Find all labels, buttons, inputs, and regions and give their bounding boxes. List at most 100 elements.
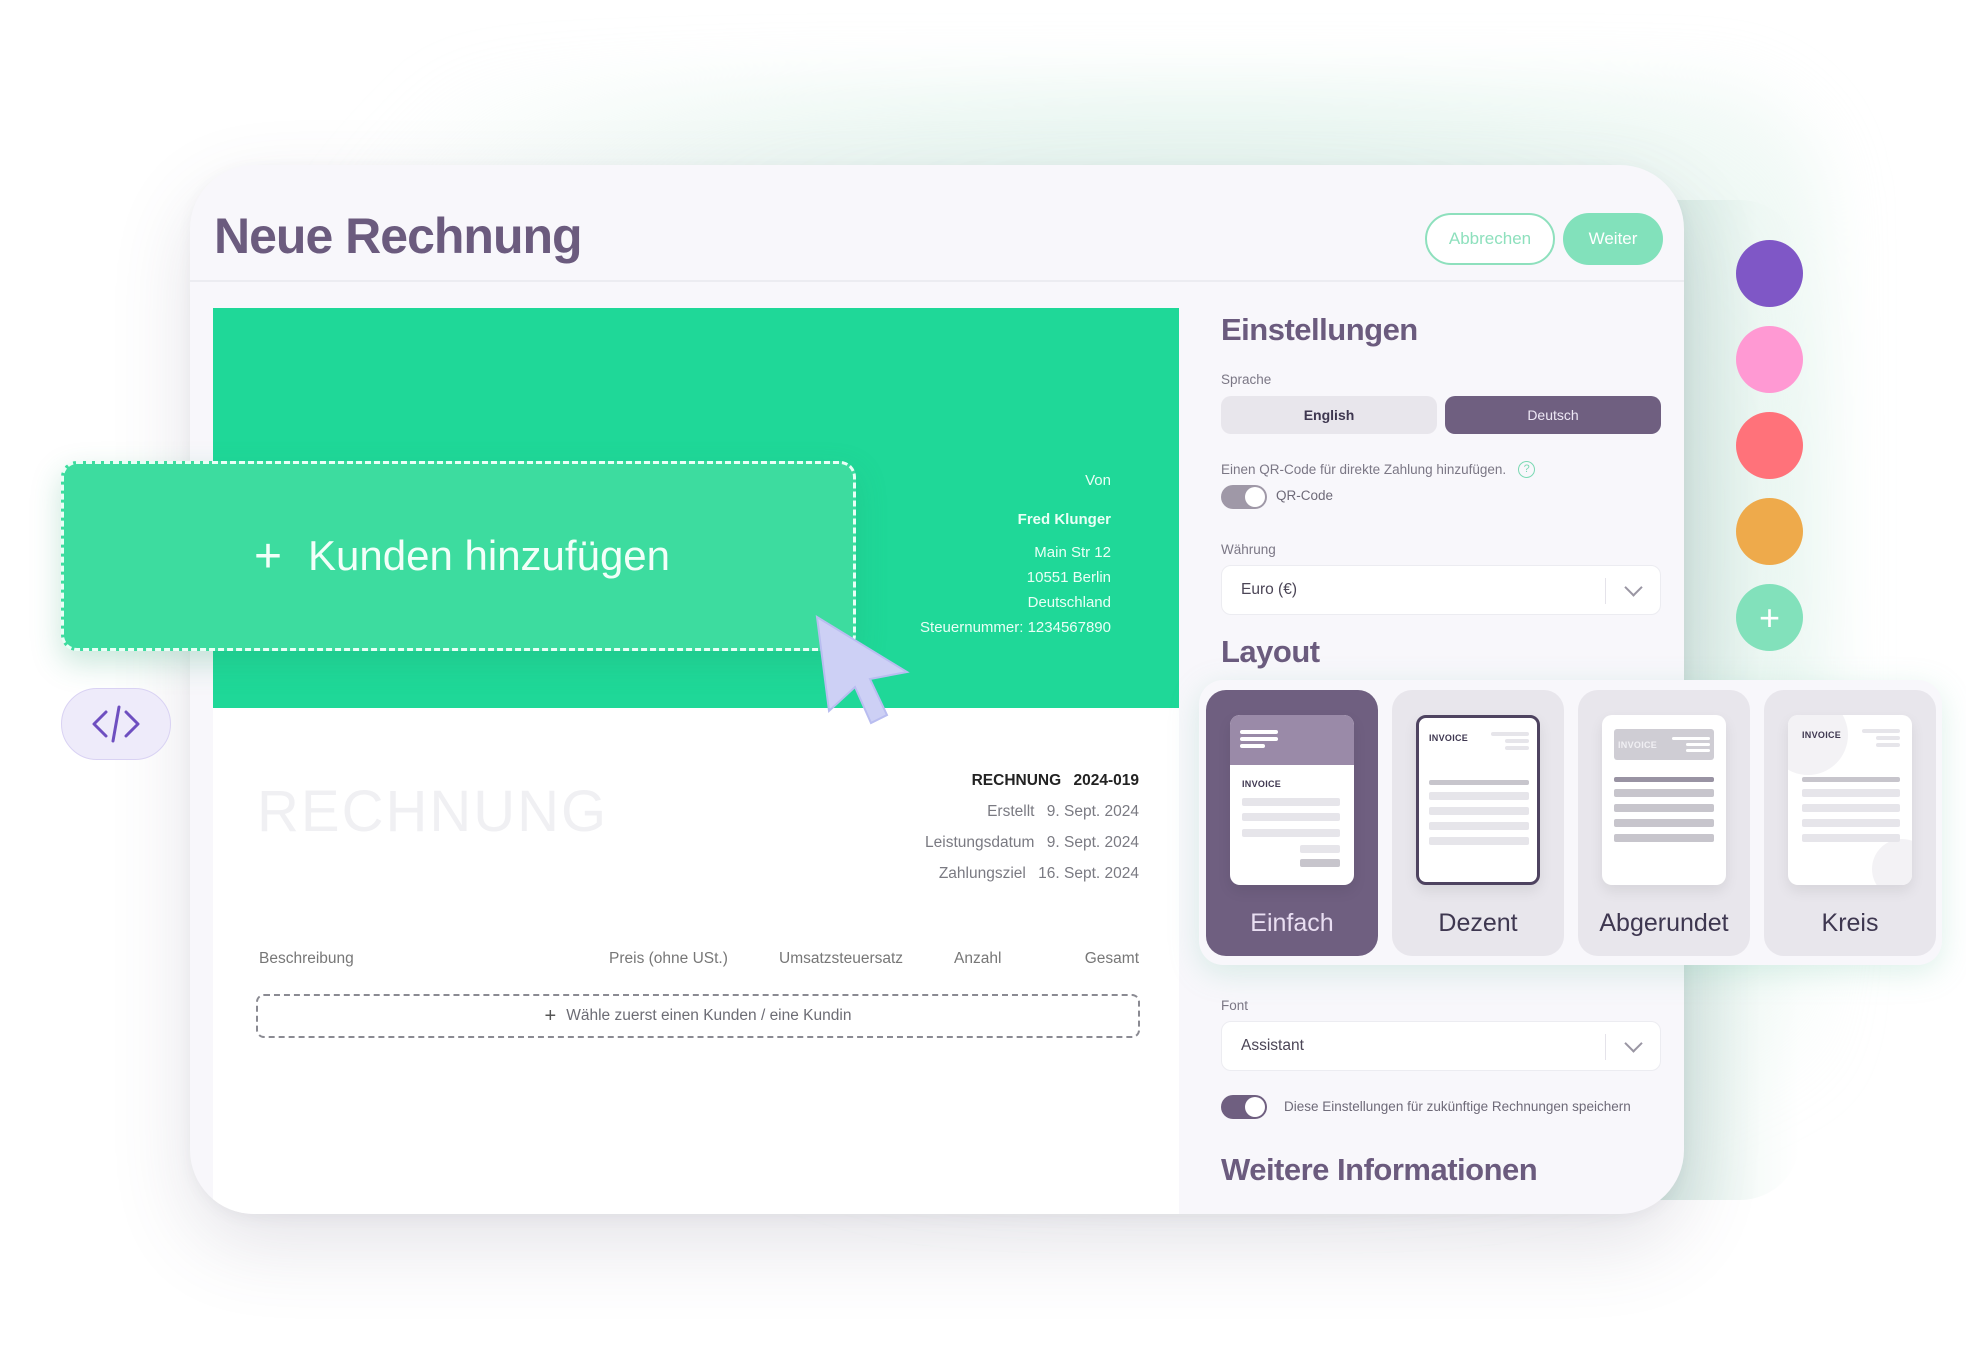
invoice-watermark: RECHNUNG	[257, 779, 609, 844]
save-settings-label: Diese Einstellungen für zukünftige Rechn…	[1284, 1099, 1631, 1114]
column-price: Preis (ohne USt.)	[609, 950, 728, 967]
layout-preview: INVOICE	[1602, 715, 1726, 885]
invoice-meta: RECHNUNG 2024-019 Erstellt 9. Sept. 2024…	[925, 765, 1139, 889]
color-swatch-pink[interactable]	[1736, 326, 1803, 393]
date-label: Erstellt	[987, 803, 1035, 820]
preview-line	[1429, 837, 1529, 845]
preview-line	[1862, 729, 1900, 733]
embed-code-button[interactable]	[61, 688, 171, 760]
preview-line	[1614, 804, 1714, 812]
preview-line	[1429, 807, 1529, 815]
language-label: Sprache	[1221, 372, 1272, 387]
font-label: Font	[1221, 998, 1249, 1013]
invoice-number-label: RECHNUNG	[971, 772, 1062, 789]
color-swatch-orange[interactable]	[1736, 498, 1803, 565]
add-color-button[interactable]: +	[1736, 584, 1803, 651]
preview-line	[1240, 730, 1278, 734]
add-line-item-label: Wähle zuerst einen Kunden / eine Kundin	[566, 1007, 852, 1024]
qr-code-toggle[interactable]	[1221, 485, 1267, 509]
invoice-number-row: RECHNUNG 2024-019	[925, 765, 1139, 796]
header-bar: Neue Rechnung Abbrechen Weiter	[190, 165, 1684, 282]
layout-option-abgerundet[interactable]: INVOICE Abgerundet	[1578, 690, 1750, 956]
currency-value: Euro (€)	[1241, 581, 1297, 598]
invoice-number: 2024-019	[1073, 772, 1139, 789]
sender-address: Von Fred Klunger Main Str 12 10551 Berli…	[920, 468, 1111, 640]
language-selector: English Deutsch	[1221, 396, 1661, 434]
add-client-label: Kunden hinzufügen	[308, 532, 671, 579]
cancel-button[interactable]: Abbrechen	[1425, 213, 1555, 265]
layout-option-dezent[interactable]: INVOICE Dezent	[1392, 690, 1564, 956]
layout-option-kreis[interactable]: INVOICE Kreis	[1764, 690, 1936, 956]
layout-name: Einfach	[1250, 909, 1334, 937]
sender-street: Main Str 12	[1034, 544, 1111, 561]
date-value: 9. Sept. 2024	[1046, 834, 1139, 851]
color-swatch-purple[interactable]	[1736, 240, 1803, 307]
date-label: Zahlungsziel	[938, 865, 1026, 882]
sender-country: Deutschland	[1027, 594, 1111, 611]
date-value: 9. Sept. 2024	[1046, 803, 1139, 820]
preview-line	[1614, 834, 1714, 842]
language-option-english[interactable]: English	[1221, 396, 1437, 434]
add-client-button[interactable]: + Kunden hinzufügen	[61, 461, 856, 651]
preview-line	[1240, 737, 1278, 741]
date-row: Erstellt 9. Sept. 2024	[925, 796, 1139, 827]
preview-line	[1242, 813, 1340, 821]
chevron-down-icon	[1624, 1034, 1643, 1053]
font-value: Assistant	[1241, 1037, 1304, 1054]
plus-icon: +	[1758, 596, 1781, 638]
page-title: Neue Rechnung	[214, 208, 583, 264]
preview-line	[1242, 829, 1340, 837]
preview-line	[1300, 859, 1340, 867]
font-select[interactable]: Assistant	[1221, 1021, 1661, 1071]
preview-circle	[1872, 839, 1912, 885]
currency-select[interactable]: Euro (€)	[1221, 565, 1661, 615]
help-icon[interactable]: ?	[1518, 461, 1536, 478]
preview-line	[1240, 744, 1265, 748]
next-button[interactable]: Weiter	[1563, 213, 1663, 265]
preview-line	[1876, 743, 1900, 747]
qr-code-toggle-label: QR-Code	[1276, 488, 1334, 503]
layout-name: Dezent	[1438, 909, 1518, 937]
preview-line	[1802, 834, 1900, 842]
column-tax-rate: Umsatzsteuersatz	[779, 950, 904, 967]
preview-title: INVOICE	[1802, 730, 1842, 740]
plus-icon: +	[544, 1004, 557, 1027]
layout-preview: INVOICE	[1230, 715, 1354, 885]
preview-line	[1802, 789, 1900, 797]
mouse-cursor-icon	[815, 615, 910, 725]
preview-line	[1802, 804, 1900, 812]
preview-line	[1614, 777, 1714, 782]
sender-label: Von	[1085, 472, 1111, 489]
preview-line	[1876, 736, 1900, 740]
toggle-knob	[1245, 1097, 1265, 1117]
column-description: Beschreibung	[259, 950, 354, 967]
date-value: 16. Sept. 2024	[1038, 865, 1139, 882]
sender-tax-id: Steuernummer: 1234567890	[920, 619, 1111, 636]
add-line-item-button[interactable]: + Wähle zuerst einen Kunden / eine Kundi…	[256, 994, 1140, 1038]
preview-line	[1672, 737, 1710, 740]
language-option-deutsch[interactable]: Deutsch	[1445, 396, 1661, 434]
layout-picker: INVOICE Einfach INVOICE Dezent INVOICE A…	[1199, 680, 1942, 965]
preview-line	[1300, 845, 1340, 853]
preview-line	[1614, 789, 1714, 797]
code-icon	[92, 705, 140, 743]
layout-preview: INVOICE	[1416, 715, 1540, 885]
layout-title: Layout	[1221, 634, 1320, 669]
date-label: Leistungsdatum	[925, 834, 1035, 851]
save-settings-toggle[interactable]	[1221, 1095, 1267, 1119]
date-row: Zahlungsziel 16. Sept. 2024	[925, 858, 1139, 889]
column-quantity: Anzahl	[954, 950, 1002, 967]
select-divider	[1604, 1034, 1606, 1060]
toggle-knob	[1245, 487, 1265, 507]
column-total: Gesamt	[1084, 950, 1139, 967]
layout-name: Kreis	[1821, 909, 1879, 937]
sender-name: Fred Klunger	[1017, 511, 1111, 528]
layout-option-einfach[interactable]: INVOICE Einfach	[1206, 690, 1378, 956]
preview-line	[1505, 739, 1529, 743]
color-swatch-red[interactable]	[1736, 412, 1803, 479]
preview-line	[1242, 798, 1340, 806]
preview-line	[1429, 792, 1529, 800]
preview-line	[1802, 819, 1900, 827]
preview-title: INVOICE	[1242, 779, 1282, 789]
layout-preview: INVOICE	[1788, 715, 1912, 885]
